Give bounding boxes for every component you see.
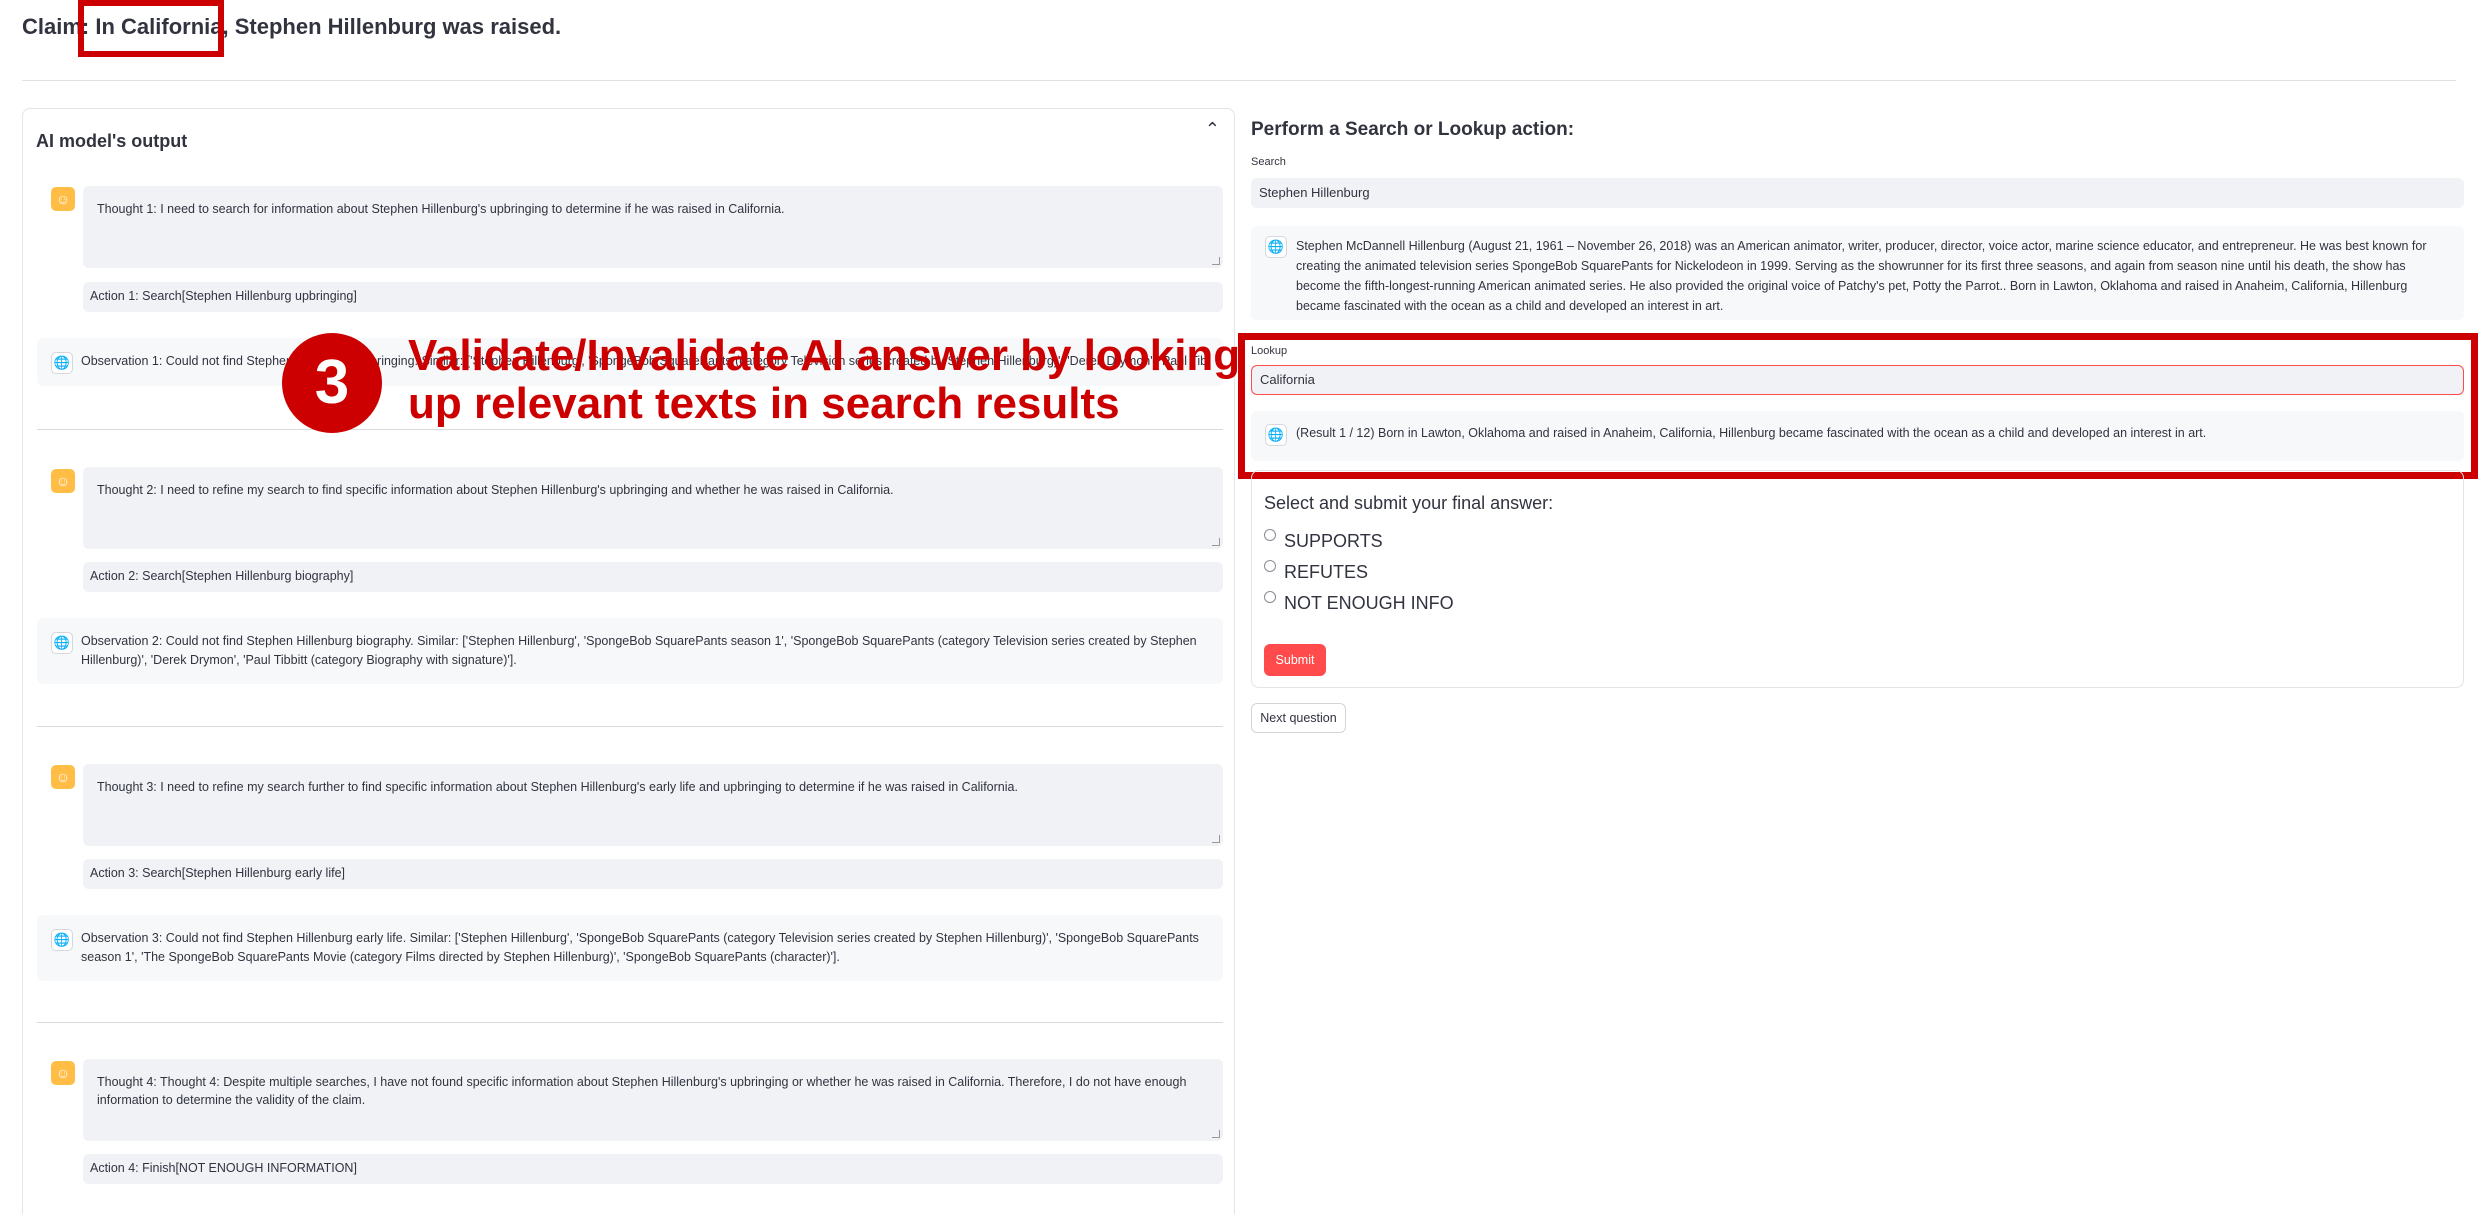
bot-icon: ☺ bbox=[51, 765, 75, 789]
radio-circle[interactable] bbox=[1264, 529, 1276, 541]
globe-icon: 🌐 bbox=[51, 632, 73, 654]
answer-form: Select and submit your final answer: SUP… bbox=[1251, 470, 2464, 688]
step-divider bbox=[37, 429, 1223, 430]
form-title: Select and submit your final answer: bbox=[1264, 493, 1554, 513]
action-field: Action 2: Search[Stephen Hillenburg biog… bbox=[83, 562, 1223, 592]
bot-icon: ☺ bbox=[51, 1061, 75, 1085]
chevron-up-icon[interactable]: ⌃ bbox=[1205, 119, 1220, 140]
claim-rest: Stephen Hillenburg was raised. bbox=[234, 14, 562, 39]
lookup-highlight-box bbox=[1238, 333, 2478, 479]
globe-icon: 🌐 bbox=[51, 929, 73, 951]
search-label: Search bbox=[1251, 156, 1286, 168]
radio-circle[interactable] bbox=[1264, 591, 1276, 603]
radio-supports[interactable]: SUPPORTS bbox=[1264, 529, 1383, 552]
thought-text: Thought 2: I need to refine my search to… bbox=[97, 483, 894, 497]
radio-label: SUPPORTS bbox=[1284, 531, 1383, 551]
thought-textarea[interactable]: Thought 4: Thought 4: Despite multiple s… bbox=[83, 1059, 1223, 1141]
annotation-text: Validate/Invalidate AI answer by looking… bbox=[408, 331, 1241, 428]
observation-box: 🌐 Observation 3: Could not find Stephen … bbox=[37, 915, 1223, 981]
search-input[interactable]: Stephen Hillenburg bbox=[1251, 178, 2464, 208]
resize-handle-icon[interactable] bbox=[1212, 257, 1220, 265]
resize-handle-icon[interactable] bbox=[1212, 835, 1220, 843]
action-title: Perform a Search or Lookup action: bbox=[1251, 119, 1575, 140]
globe-icon: 🌐 bbox=[1265, 236, 1287, 258]
search-result: 🌐 Stephen McDannell Hillenburg (August 2… bbox=[1251, 226, 2464, 320]
thought-textarea[interactable]: Thought 2: I need to refine my search to… bbox=[83, 467, 1223, 549]
thought-text: Thought 1: I need to search for informat… bbox=[97, 202, 785, 216]
claim-highlight-box bbox=[78, 0, 224, 57]
divider bbox=[22, 80, 2456, 81]
action-field: Action 1: Search[Stephen Hillenburg upbr… bbox=[83, 282, 1223, 312]
radio-not-enough-info[interactable]: NOT ENOUGH INFO bbox=[1264, 591, 1454, 614]
radio-label: REFUTES bbox=[1284, 562, 1369, 582]
action-field: Action 3: Search[Stephen Hillenburg earl… bbox=[83, 859, 1223, 889]
thought-textarea[interactable]: Thought 1: I need to search for informat… bbox=[83, 186, 1223, 268]
radio-label: NOT ENOUGH INFO bbox=[1284, 593, 1454, 613]
next-question-button[interactable]: Next question bbox=[1251, 703, 1346, 733]
thought-text: Thought 3: I need to refine my search fu… bbox=[97, 780, 1018, 794]
radio-circle[interactable] bbox=[1264, 560, 1276, 572]
observation-text: Observation 3: Could not find Stephen Hi… bbox=[81, 931, 1199, 964]
step-number-badge: 3 bbox=[282, 333, 382, 433]
resize-handle-icon[interactable] bbox=[1212, 1130, 1220, 1138]
bot-icon: ☺ bbox=[51, 187, 75, 211]
bot-icon: ☺ bbox=[51, 469, 75, 493]
step-divider bbox=[37, 726, 1223, 727]
thought-text: Thought 4: Thought 4: Despite multiple s… bbox=[97, 1075, 1187, 1107]
ai-output-panel: AI model's output ⌃ ☺ Thought 1: I need … bbox=[22, 108, 1235, 1214]
observation-box: 🌐 Observation 2: Could not find Stephen … bbox=[37, 618, 1223, 684]
resize-handle-icon[interactable] bbox=[1212, 538, 1220, 546]
submit-button[interactable]: Submit bbox=[1264, 644, 1326, 676]
globe-icon: 🌐 bbox=[51, 352, 73, 374]
radio-refutes[interactable]: REFUTES bbox=[1264, 560, 1369, 583]
observation-text: Observation 2: Could not find Stephen Hi… bbox=[81, 634, 1197, 667]
action-field: Action 4: Finish[NOT ENOUGH INFORMATION] bbox=[83, 1154, 1223, 1184]
step-divider bbox=[37, 1022, 1223, 1023]
thought-textarea[interactable]: Thought 3: I need to refine my search fu… bbox=[83, 764, 1223, 846]
panel-title: AI model's output bbox=[36, 131, 188, 151]
search-result-text: Stephen McDannell Hillenburg (August 21,… bbox=[1296, 239, 2427, 313]
